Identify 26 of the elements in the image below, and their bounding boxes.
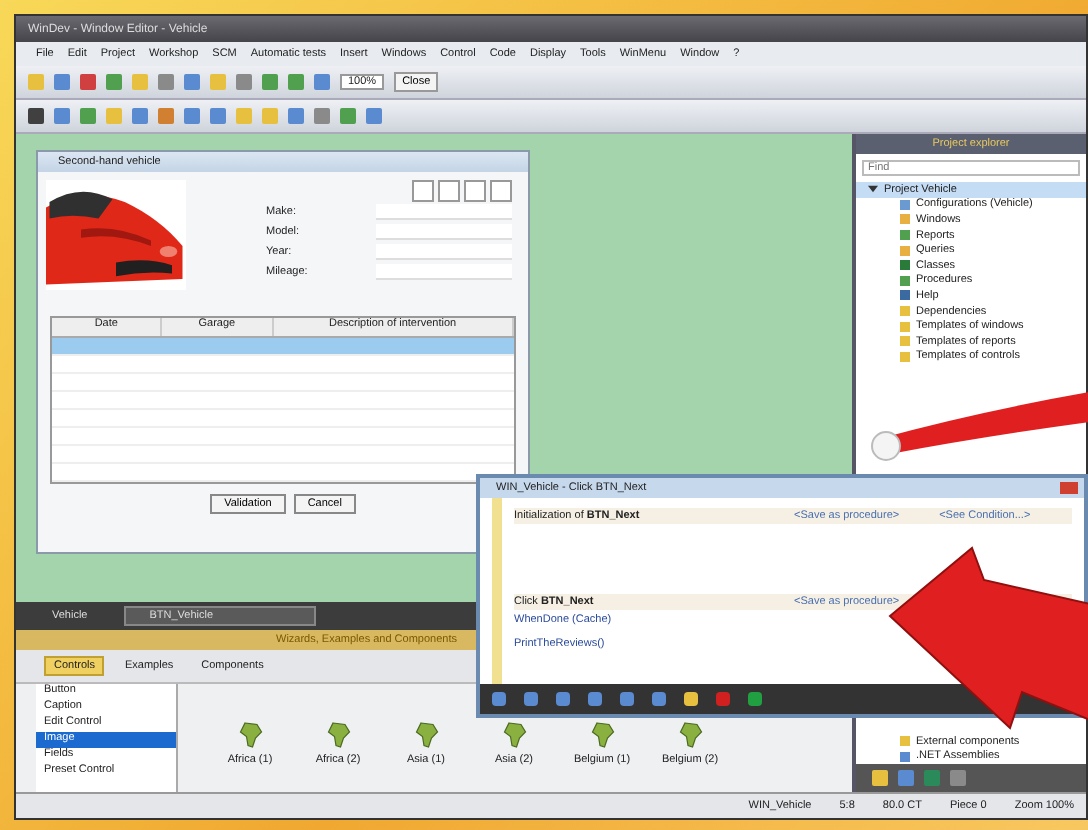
nav-button[interactable] xyxy=(412,180,434,202)
input-field[interactable] xyxy=(376,244,512,260)
debug-icon[interactable] xyxy=(684,692,698,706)
input-field[interactable] xyxy=(376,204,512,220)
debug-icon[interactable] xyxy=(748,692,762,706)
nav-button[interactable] xyxy=(438,180,460,202)
map-icon[interactable] xyxy=(235,720,265,750)
close-icon[interactable] xyxy=(1060,482,1078,494)
map-icon[interactable] xyxy=(675,720,705,750)
debug-icon[interactable] xyxy=(588,692,602,706)
map-icon[interactable] xyxy=(587,720,617,750)
debug-icon[interactable] xyxy=(620,692,634,706)
debug-icon[interactable] xyxy=(716,692,730,706)
debug-icon[interactable] xyxy=(492,692,506,706)
nav-button[interactable] xyxy=(464,180,486,202)
nav-button[interactable] xyxy=(490,180,512,202)
debug-icon[interactable] xyxy=(652,692,666,706)
input-field[interactable] xyxy=(376,224,512,240)
expand-icon[interactable] xyxy=(868,184,878,195)
debug-icon[interactable] xyxy=(556,692,570,706)
map-icon[interactable] xyxy=(323,720,353,750)
map-icon[interactable] xyxy=(411,720,441,750)
debug-icon[interactable] xyxy=(524,692,538,706)
table-row[interactable] xyxy=(52,338,514,356)
map-icon[interactable] xyxy=(499,720,529,750)
input-field[interactable] xyxy=(376,264,512,280)
